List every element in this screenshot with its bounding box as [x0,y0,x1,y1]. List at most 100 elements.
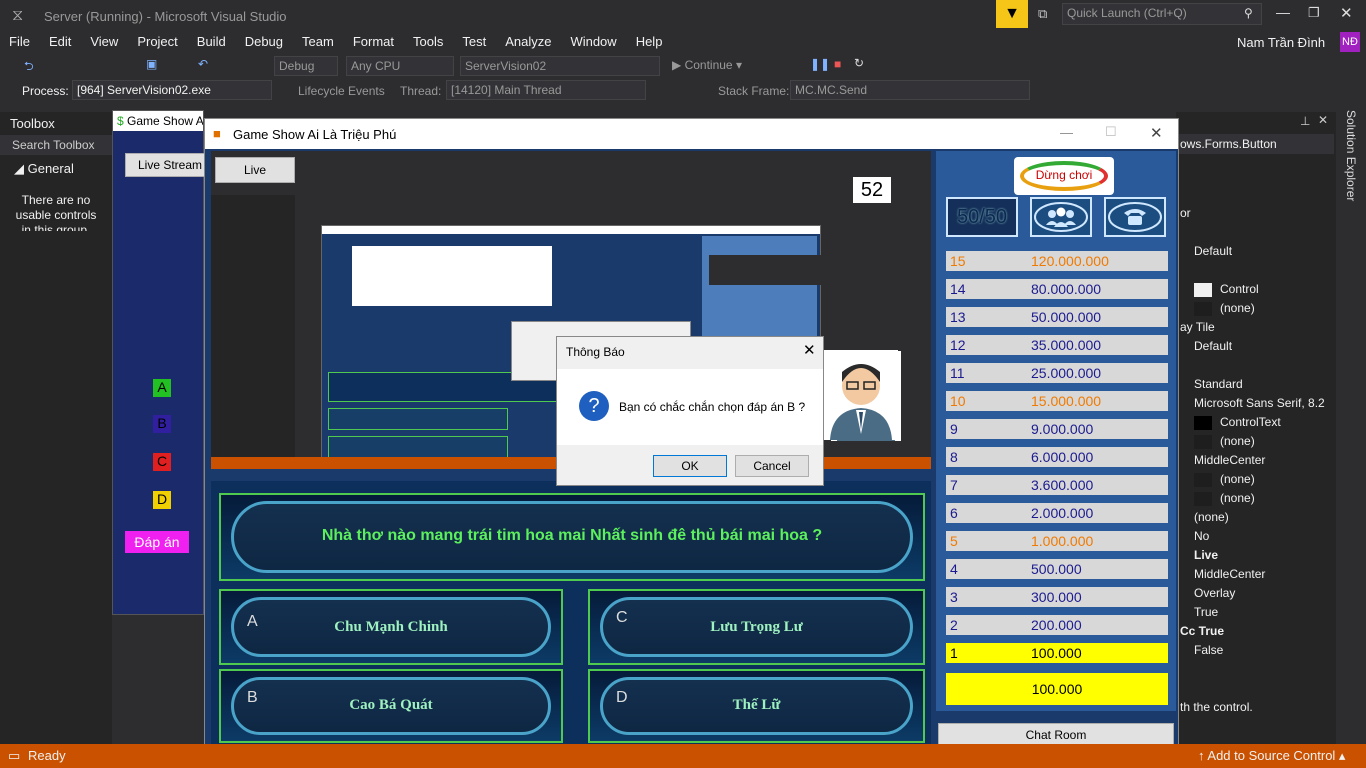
prop-value: or [1180,206,1191,220]
menu-file[interactable]: File [0,32,40,49]
vs-logo-icon: ⧖ [12,7,24,24]
menu-build[interactable]: Build [188,32,236,49]
ladder-row-15: 15 120.000.000 [946,251,1168,271]
toolbox-empty-text: There are no usable controls in this gro… [15,193,97,231]
preview-text-area [352,246,552,306]
ask-audience-icon[interactable] [1030,197,1092,237]
properties-object-select[interactable]: ows.Forms.Button [1176,134,1334,154]
game-maximize-icon[interactable]: ☐ [1105,124,1117,140]
menu-debug[interactable]: Debug [236,32,293,49]
prop-value: (none) [1194,434,1255,449]
color-swatch [1194,472,1212,487]
menu-tools[interactable]: Tools [404,32,453,49]
background-app-window: $ Game Show Ai Là Triệu phú Live Stream … [112,110,205,615]
ladder-row-12: 12 35.000.000 [946,335,1168,355]
phone-friend-icon[interactable] [1104,197,1166,237]
preview-answer-a [328,408,508,430]
ladder-row-7: 7 3.600.000 [946,475,1168,495]
lifecycle-events[interactable]: Lifecycle Events [298,84,385,98]
filter-icon[interactable]: ▼ [996,0,1028,28]
window-title: Server (Running) - Microsoft Visual Stud… [44,9,287,24]
fifty-fifty-button[interactable]: 50/50 [946,197,1018,237]
ok-button[interactable]: OK [653,455,727,477]
game-close-icon[interactable]: ✕ [1150,124,1163,142]
letter-b: B [153,415,171,433]
prop-value: ay Tile [1180,320,1215,334]
menu-team[interactable]: Team [293,32,344,49]
user-avatar[interactable]: NĐ [1340,32,1360,52]
status-icon: ▭ [8,748,21,763]
answer-b-button[interactable]: B Cao Bá Quát [219,669,563,743]
menu-help[interactable]: Help [627,32,673,49]
quick-launch-input[interactable]: Quick Launch (Ctrl+Q) [1062,3,1262,25]
back-icon[interactable]: ⮌ [24,57,34,78]
ladder-row-10: 10 15.000.000 [946,391,1168,411]
answer-label: Đáp án [125,531,189,553]
cancel-button[interactable]: Cancel [735,455,809,477]
menu-view[interactable]: View [81,32,128,49]
stop-icon[interactable]: ■ [834,57,841,71]
restore-icon[interactable]: ❐ [1308,5,1320,21]
startup-project-select[interactable]: ServerVision02 [460,56,660,76]
save-icon[interactable]: ▣ [146,57,157,71]
status-ready: Ready [28,748,66,763]
continue-button[interactable]: ▶ Continue ▾ [672,58,742,72]
live-button[interactable]: Live [215,157,295,183]
menu-format[interactable]: Format [344,32,404,49]
preview-answer-b [328,436,508,458]
question-box: Nhà thơ nào mang trái tim hoa mai Nhất s… [219,493,925,581]
solution-explorer-tab[interactable]: Solution Explorer [1338,104,1366,744]
answer-a-button[interactable]: A Chu Mạnh Chinh [219,589,563,665]
config-select[interactable]: Debug [274,56,338,76]
preview-properties [709,255,919,285]
feedback-icon[interactable]: ⧉ [1038,6,1047,22]
menu-project[interactable]: Project [128,32,187,49]
letter-a: A [153,379,171,397]
menu-bar: File Edit View Project Build Debug Team Format T… [0,32,1366,54]
host-avatar [824,350,898,440]
letter-c: C [153,453,171,471]
answer-text: Cao Bá Quát [349,697,433,713]
stack-frame-select[interactable]: MC.MC.Send [790,80,1030,100]
platform-select[interactable]: Any CPU [346,56,454,76]
stop-game-button[interactable]: Dừng chơi [1014,157,1114,195]
toolbox-title: Toolbox [10,116,55,131]
toolbox-search[interactable]: Search Toolbox [0,135,112,155]
pin-icon[interactable]: ⊥ [1300,114,1310,128]
menu-edit[interactable]: Edit [40,32,81,49]
answer-text: Lưu Trọng Lư [710,619,803,635]
debug-location-bar: Process: [964] ServerVision02.exe Lifecy… [0,78,1366,104]
color-swatch [1194,301,1212,316]
current-prize: 100.000 [946,673,1168,705]
money-icon: $ [117,114,124,128]
pause-icon[interactable]: ❚❚ [810,57,830,71]
menu-analyze[interactable]: Analyze [496,32,561,49]
toolbox-group[interactable]: ◢ General [0,155,112,183]
color-swatch [1194,415,1212,430]
properties-close-icon[interactable]: ✕ [1318,113,1328,127]
game-minimize-icon[interactable]: — [1060,125,1073,140]
status-bar: ▭ Ready ↑ Add to Source Control ▴ [0,744,1366,768]
dialog-title: Thông Báo [566,345,625,359]
close-icon[interactable]: ✕ [1340,4,1353,22]
minimize-icon[interactable]: — [1276,4,1290,20]
letter-d: D [153,491,171,509]
search-icon: ⚲ [1244,6,1253,20]
dialog-close-icon[interactable]: ✕ [803,341,816,359]
source-control-button[interactable]: ↑ Add to Source Control ▴ [1198,748,1345,764]
answer-c-button[interactable]: C Lưu Trọng Lư [588,589,925,665]
thread-select[interactable]: [14120] Main Thread [446,80,646,100]
thread-label: Thread: [400,84,442,98]
restart-icon[interactable]: ↻ [854,56,864,70]
menu-window[interactable]: Window [561,32,626,49]
ladder-row-2: 2 200.000 [946,615,1168,635]
process-select[interactable]: [964] ServerVision02.exe [72,80,272,100]
undo-icon[interactable]: ↶ [198,57,208,71]
prop-value: ControlText [1194,415,1281,430]
answer-d-button[interactable]: D Thế Lữ [588,669,925,743]
prop-value: MiddleCenter [1194,567,1266,581]
live-stream-button[interactable]: Live Stream [125,153,205,177]
user-name[interactable]: Nam Trần Đình [1237,35,1325,50]
menu-test[interactable]: Test [453,32,496,49]
prop-value: Overlay [1194,586,1236,600]
